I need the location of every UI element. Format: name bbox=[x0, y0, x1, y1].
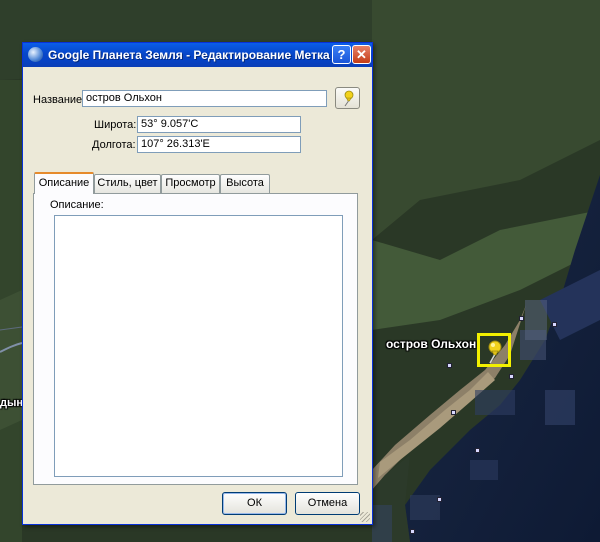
tab-description[interactable]: Описание bbox=[34, 172, 94, 194]
map-marker-dot bbox=[519, 316, 524, 321]
map-place-label: дын bbox=[0, 397, 24, 409]
tab-view[interactable]: Просмотр bbox=[161, 174, 220, 193]
description-tab-panel: Описание: bbox=[33, 193, 358, 485]
name-field[interactable]: остров Ольхон bbox=[82, 90, 327, 107]
placemark-selection-box[interactable] bbox=[477, 333, 511, 367]
longitude-label: Долгота: bbox=[92, 139, 136, 151]
placemark-label[interactable]: остров Ольхон bbox=[386, 337, 476, 351]
tab-style-color[interactable]: Стиль, цвет bbox=[94, 174, 161, 193]
google-earth-icon bbox=[28, 47, 43, 62]
longitude-field[interactable]: 107° 26.313'E bbox=[137, 136, 301, 153]
map-marker-dot bbox=[437, 497, 442, 502]
map-marker-dot bbox=[447, 363, 452, 368]
latitude-label: Широта: bbox=[94, 119, 137, 131]
cancel-button[interactable]: Отмена bbox=[295, 492, 360, 515]
pushpin-icon[interactable] bbox=[480, 336, 508, 364]
edit-placemark-dialog[interactable]: Google Планета Земля - Редактирование Ме… bbox=[22, 42, 373, 525]
map-marker-dot bbox=[552, 322, 557, 327]
description-label: Описание: bbox=[50, 199, 104, 211]
close-button[interactable]: ✕ bbox=[352, 45, 371, 64]
map-marker-dot bbox=[509, 374, 514, 379]
description-textarea[interactable] bbox=[54, 215, 343, 477]
map-marker-dot bbox=[410, 529, 415, 534]
placemark-icon-button[interactable] bbox=[335, 87, 360, 109]
latitude-field[interactable]: 53° 9.057'С bbox=[137, 116, 301, 133]
help-button[interactable]: ? bbox=[332, 45, 351, 64]
resize-grip[interactable] bbox=[360, 512, 370, 522]
tab-altitude[interactable]: Высота bbox=[220, 174, 270, 193]
pushpin-icon bbox=[344, 90, 354, 107]
dialog-title: Google Планета Земля - Редактирование Ме… bbox=[48, 48, 330, 62]
title-bar[interactable]: Google Планета Земля - Редактирование Ме… bbox=[23, 43, 372, 67]
ok-button[interactable]: ОК bbox=[222, 492, 287, 515]
map-marker-dot bbox=[451, 410, 456, 415]
name-label: Название: bbox=[33, 94, 86, 106]
map-marker-dot bbox=[475, 448, 480, 453]
